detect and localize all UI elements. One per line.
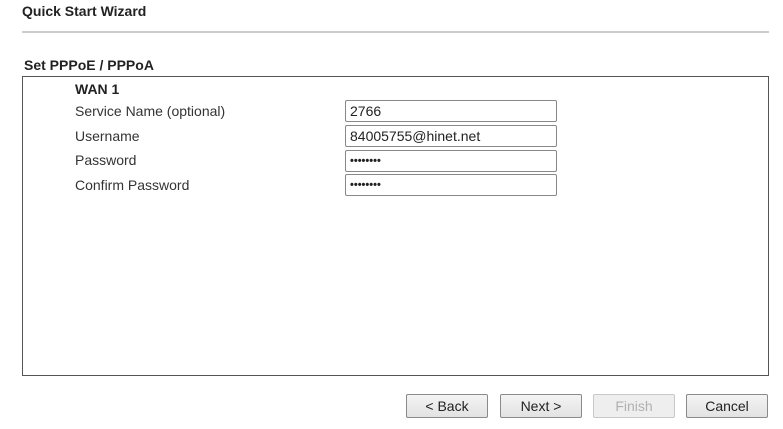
password-input[interactable]: ••••••••: [345, 150, 557, 172]
divider: [22, 31, 769, 33]
password-label: Password: [75, 152, 137, 168]
next-button[interactable]: Next >: [500, 394, 582, 418]
service-name-label: Service Name (optional): [75, 103, 226, 119]
finish-button[interactable]: Finish: [593, 394, 675, 418]
back-button[interactable]: < Back: [406, 394, 488, 418]
cancel-button[interactable]: Cancel: [686, 394, 768, 418]
confirm-password-input[interactable]: ••••••••: [345, 174, 557, 196]
service-name-input[interactable]: 2766: [345, 100, 557, 122]
username-input[interactable]: 84005755@hinet.net: [345, 125, 557, 147]
page-title: Quick Start Wizard: [22, 3, 147, 19]
section-title: Set PPPoE / PPPoA: [24, 57, 154, 73]
username-label: Username: [75, 128, 140, 144]
wan-heading: WAN 1: [75, 81, 120, 97]
confirm-password-label: Confirm Password: [75, 177, 190, 193]
